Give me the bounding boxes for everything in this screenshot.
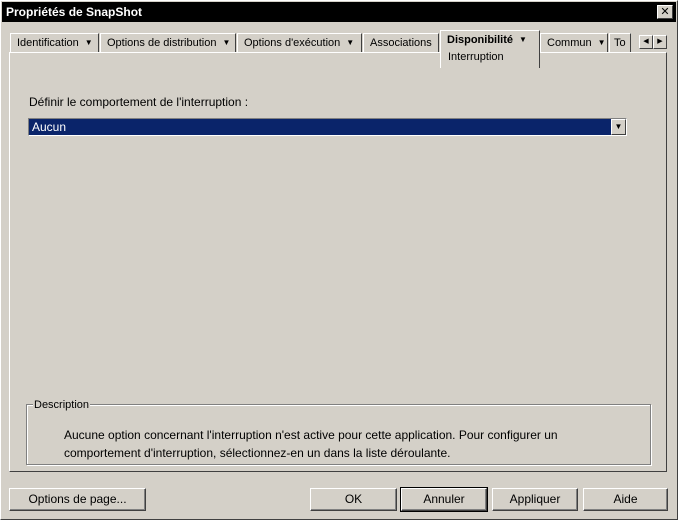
- tab-scroll-right-button[interactable]: ▶: [653, 35, 667, 49]
- tab-options-distribution[interactable]: Options de distribution ▼: [100, 33, 236, 53]
- tab-identification[interactable]: Identification ▼: [10, 33, 99, 53]
- subpage-interruption[interactable]: Interruption: [448, 50, 504, 64]
- interruption-behavior-select[interactable]: Aucun ▼: [28, 118, 627, 136]
- chevron-down-icon[interactable]: ▼: [85, 34, 93, 52]
- dropdown-button[interactable]: ▼: [611, 119, 626, 135]
- tab-label: Options d'exécution: [244, 37, 341, 49]
- apply-button[interactable]: Appliquer: [492, 488, 578, 511]
- window-title: Propriétés de SnapShot: [6, 5, 143, 19]
- page-options-button[interactable]: Options de page...: [9, 488, 146, 511]
- tab-label: Commun: [547, 37, 592, 49]
- tab-label: Options de distribution: [107, 37, 217, 49]
- interruption-behavior-label: Définir le comportement de l'interruptio…: [29, 95, 249, 109]
- close-button[interactable]: ✕: [657, 5, 673, 19]
- select-value: Aucun: [32, 120, 67, 134]
- tab-label: Associations: [370, 37, 432, 49]
- chevron-down-icon[interactable]: ▼: [346, 34, 354, 52]
- chevron-down-icon[interactable]: ▼: [519, 31, 527, 49]
- tab-disponibilite[interactable]: Disponibilité ▼ Interruption: [440, 30, 540, 68]
- ok-button[interactable]: OK: [310, 488, 397, 511]
- description-text: Aucune option concernant l'interruption …: [64, 428, 558, 460]
- help-button[interactable]: Aide: [583, 488, 668, 511]
- tab-commun[interactable]: Commun ▼: [540, 33, 608, 53]
- chevron-down-icon[interactable]: ▼: [222, 34, 230, 52]
- tab-associations[interactable]: Associations: [363, 33, 439, 53]
- tab-options-execution[interactable]: Options d'exécution ▼: [237, 33, 362, 53]
- tab-scroll-left-button[interactable]: ◀: [639, 35, 653, 49]
- description-legend: Description: [33, 399, 91, 411]
- tab-label: Identification: [17, 37, 79, 49]
- title-bar[interactable]: Propriétés de SnapShot ✕: [2, 2, 676, 22]
- chevron-down-icon: ▼: [614, 122, 623, 131]
- close-icon: ✕: [660, 6, 670, 18]
- chevron-left-icon: ◀: [643, 38, 649, 45]
- tab-truncated[interactable]: To: [609, 33, 631, 53]
- description-group: Description Aucune option concernant l'i…: [26, 399, 651, 465]
- tab-label: Disponibilité: [447, 34, 513, 46]
- cancel-button[interactable]: Annuler: [400, 487, 488, 512]
- tab-label: To: [614, 37, 626, 49]
- chevron-right-icon: ▶: [657, 38, 663, 45]
- chevron-down-icon[interactable]: ▼: [598, 34, 606, 52]
